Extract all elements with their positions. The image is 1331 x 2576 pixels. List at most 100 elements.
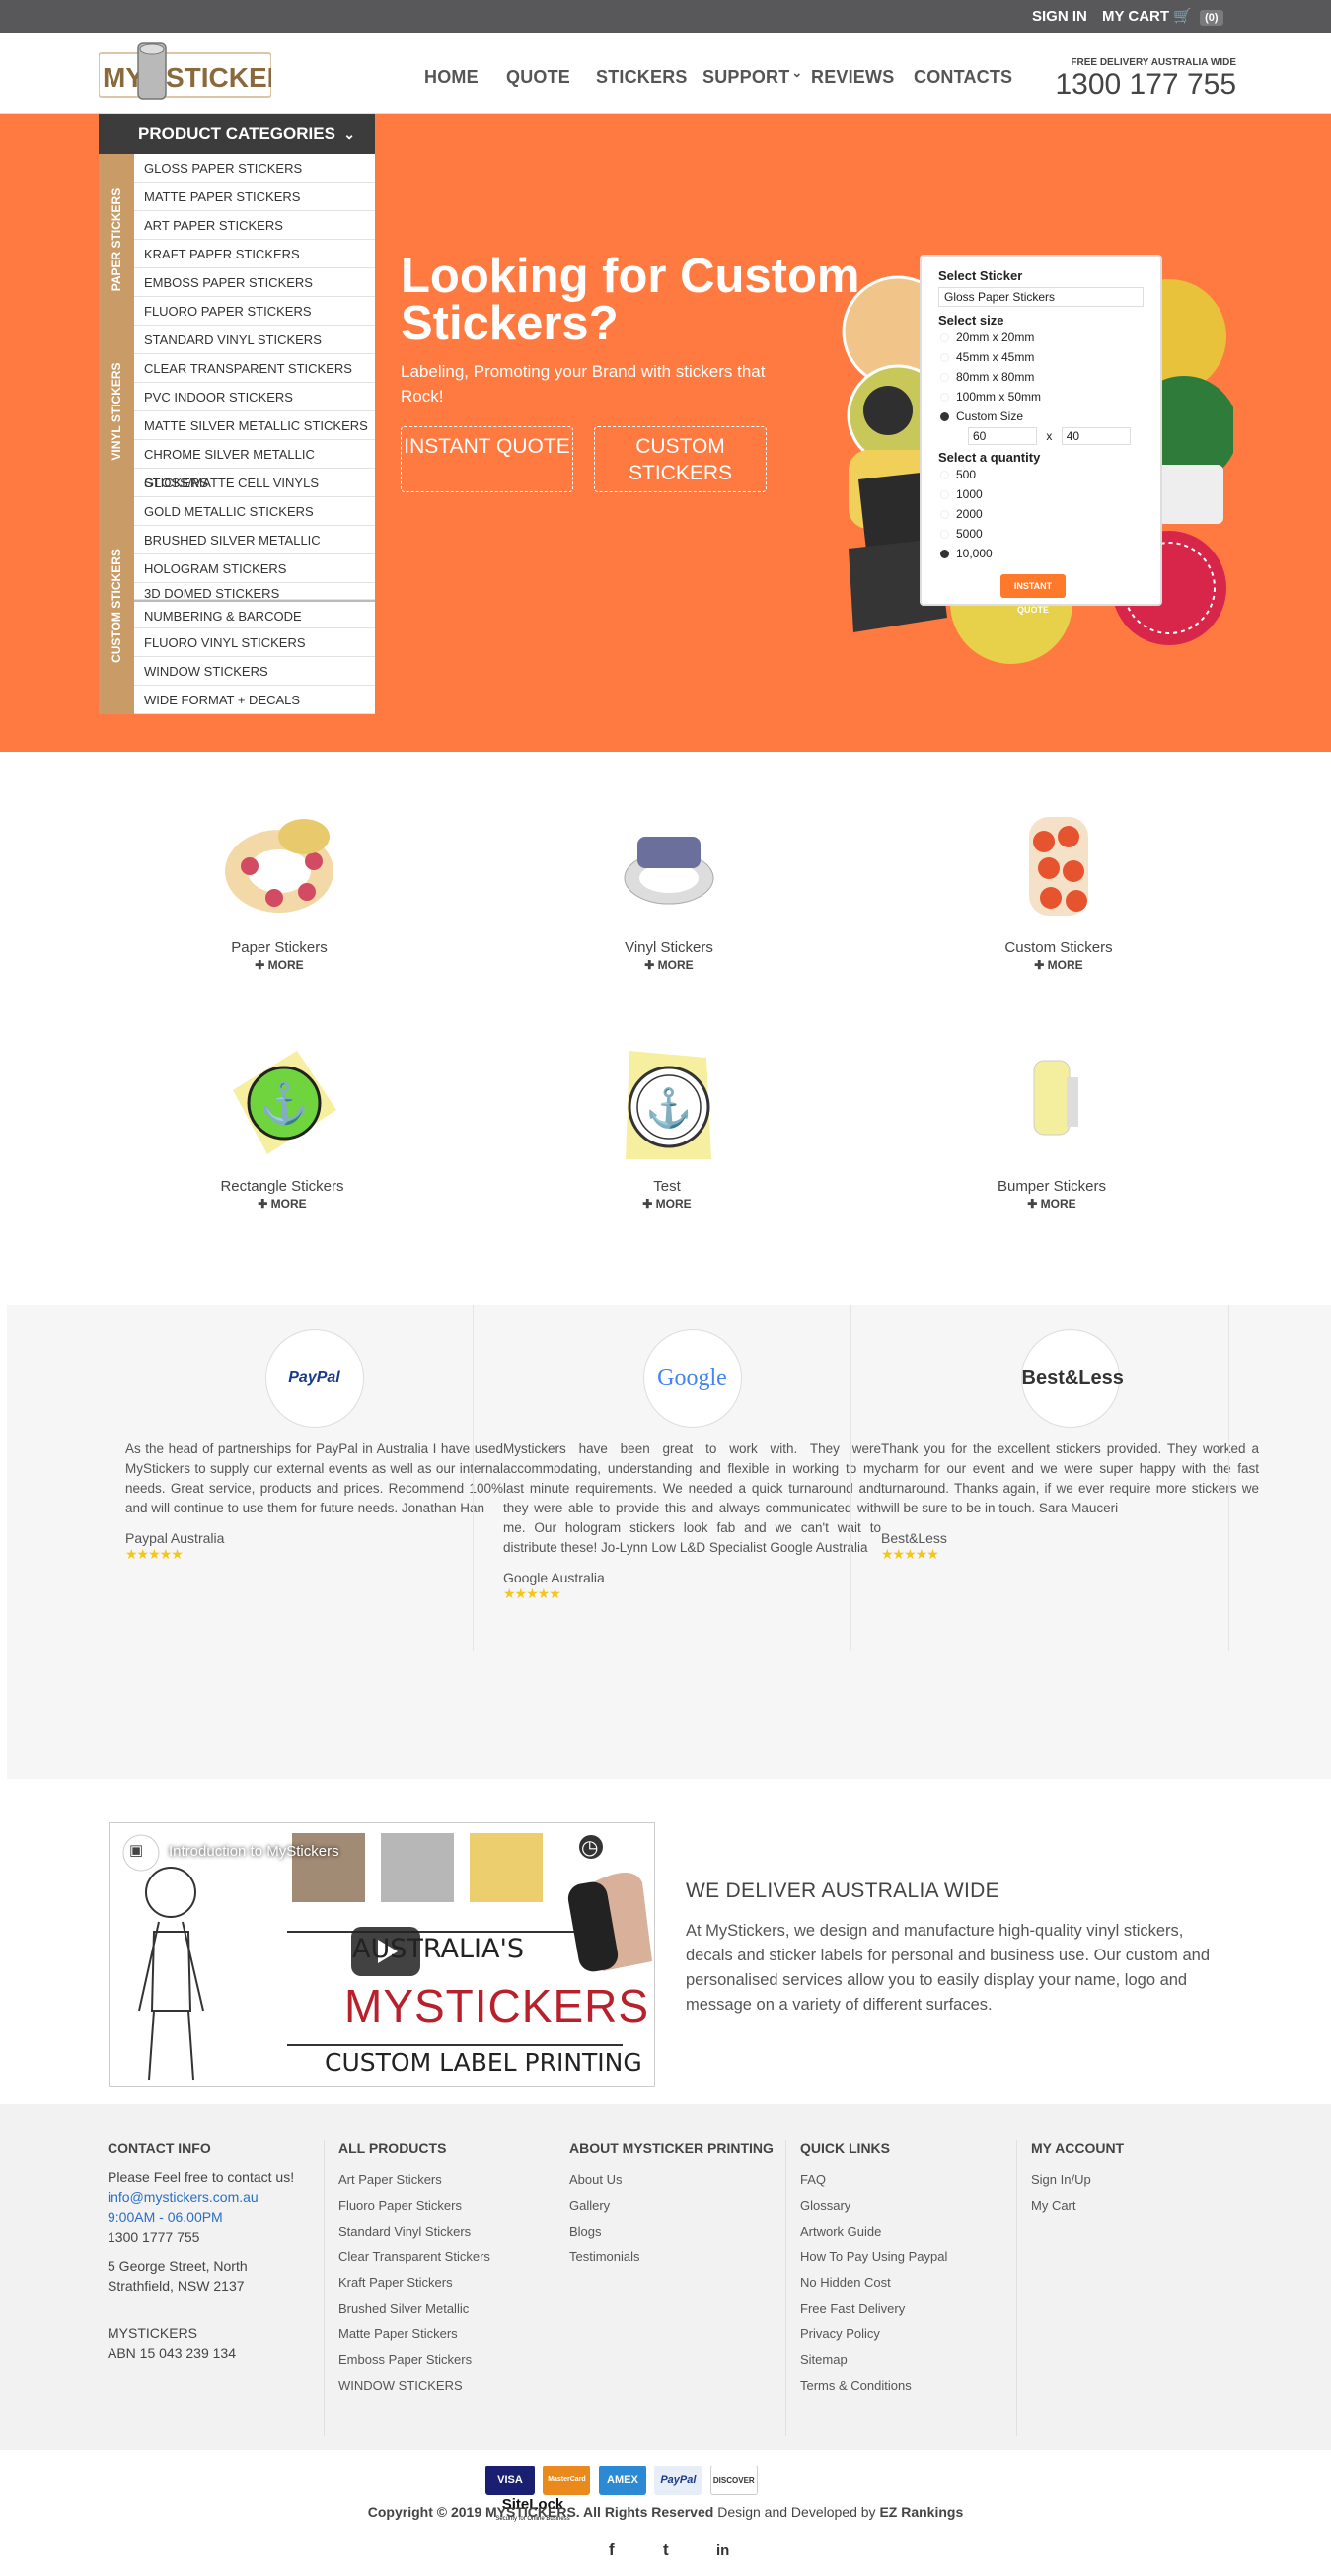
category-item[interactable]: GOLD METALLIC STICKERS: [134, 497, 375, 526]
product-categories-header[interactable]: PRODUCT CATEGORIES ⌄: [99, 114, 375, 154]
select-size-label: Select size: [938, 313, 1004, 328]
category-item[interactable]: GLOSS/MATTE CELL VINYLS: [134, 469, 375, 497]
nav-reviews[interactable]: REVIEWS: [811, 67, 894, 88]
quantity-option[interactable]: 2000: [938, 504, 1144, 524]
twitter-icon[interactable]: t: [663, 2540, 669, 2560]
product-card[interactable]: ⚓ Rectangle Stickers ✚ MORE: [154, 1046, 410, 1211]
footer-link[interactable]: Terms & Conditions: [800, 2373, 1007, 2398]
size-option[interactable]: 100mm x 50mm: [938, 387, 1144, 406]
quantity-option[interactable]: 5000: [938, 524, 1144, 544]
footer-link[interactable]: FAQ: [800, 2168, 1007, 2193]
developer-link[interactable]: EZ Rankings: [879, 2504, 963, 2520]
product-card[interactable]: Paper Stickers ✚ MORE: [151, 807, 407, 972]
quantity-option[interactable]: 1000: [938, 484, 1144, 504]
footer-link[interactable]: Fluoro Paper Stickers: [338, 2193, 546, 2219]
footer-link[interactable]: Testimonials: [569, 2245, 786, 2270]
footer-link[interactable]: Blogs: [569, 2219, 786, 2245]
size-option[interactable]: 45mm x 45mm: [938, 347, 1144, 367]
product-card[interactable]: Bumper Stickers ✚ MORE: [924, 1046, 1180, 1211]
product-more-link[interactable]: ✚ MORE: [924, 1197, 1180, 1211]
product-card[interactable]: Custom Stickers ✚ MORE: [930, 807, 1187, 972]
quantity-option[interactable]: 500: [938, 465, 1144, 484]
footer-link[interactable]: Kraft Paper Stickers: [338, 2270, 546, 2296]
facebook-icon[interactable]: f: [609, 2540, 615, 2560]
footer-link[interactable]: No Hidden Cost: [800, 2270, 1007, 2296]
nav-stickers[interactable]: STICKERS: [596, 67, 688, 88]
footer-link[interactable]: Sign In/Up: [1031, 2168, 1228, 2193]
instant-quote-button[interactable]: INSTANT QUOTE: [401, 426, 573, 492]
footer-link[interactable]: About Us: [569, 2168, 786, 2193]
footer-link[interactable]: Standard Vinyl Stickers: [338, 2219, 546, 2245]
footer-quicklinks-column: QUICK LINKS FAQ Glossary Artwork Guide H…: [800, 2140, 1007, 2398]
product-more-link[interactable]: ✚ MORE: [154, 1197, 410, 1211]
quantity-option-selected[interactable]: 10,000: [938, 544, 1144, 563]
category-item[interactable]: HOLOGRAM STICKERS: [134, 554, 375, 583]
footer-link[interactable]: Brushed Silver Metallic: [338, 2296, 546, 2321]
footer-link[interactable]: Sitemap: [800, 2347, 1007, 2373]
custom-stickers-image: [999, 807, 1118, 925]
category-item[interactable]: WIDE FORMAT + DECALS: [134, 686, 375, 714]
product-card[interactable]: Vinyl Stickers ✚ MORE: [541, 807, 797, 972]
nav-contacts[interactable]: CONTACTS: [914, 67, 1012, 88]
size-option[interactable]: 20mm x 20mm: [938, 328, 1144, 347]
category-item[interactable]: MATTE PAPER STICKERS: [134, 183, 375, 211]
category-item[interactable]: GLOSS PAPER STICKERS: [134, 154, 375, 183]
footer-link[interactable]: Clear Transparent Stickers: [338, 2245, 546, 2270]
testimonial-text: Thank you for the excellent stickers pro…: [881, 1441, 1259, 1515]
product-more-link[interactable]: ✚ MORE: [930, 958, 1187, 972]
category-item[interactable]: PVC INDOOR STICKERS: [134, 383, 375, 411]
intro-video-player[interactable]: ➦ Introduction to MyStickers AUSTRALIA'S…: [109, 1822, 655, 2087]
category-item[interactable]: STANDARD VINYL STICKERS: [134, 326, 375, 354]
my-cart-link[interactable]: MY CART 🛒 (0): [1102, 0, 1223, 33]
category-item[interactable]: KRAFT PAPER STICKERS: [134, 240, 375, 268]
footer-link[interactable]: WINDOW STICKERS: [338, 2373, 546, 2398]
divider: [1016, 2140, 1017, 2436]
footer-link[interactable]: Free Fast Delivery: [800, 2296, 1007, 2321]
paypal-logo: PayPal: [264, 1329, 364, 1428]
product-more-link[interactable]: ✚ MORE: [539, 1197, 795, 1211]
footer-link[interactable]: Matte Paper Stickers: [338, 2321, 546, 2347]
contact-email[interactable]: info@mystickers.com.au: [108, 2187, 315, 2207]
category-item[interactable]: BRUSHED SILVER METALLIC: [134, 526, 375, 554]
contact-phone[interactable]: 1300 1777 755: [108, 2227, 315, 2246]
footer-link[interactable]: Emboss Paper Stickers: [338, 2347, 546, 2373]
category-item[interactable]: FLUORO PAPER STICKERS: [134, 297, 375, 326]
widget-instant-quote-button[interactable]: INSTANT QUOTE: [1000, 574, 1066, 615]
category-item[interactable]: FLUORO VINYL STICKERS: [134, 628, 375, 657]
category-item[interactable]: 3D DOMED STICKERS: [134, 583, 375, 600]
category-item[interactable]: CHROME SILVER METALLIC STICKERS: [134, 440, 375, 490]
custom-stickers-button[interactable]: CUSTOM STICKERS: [594, 426, 767, 492]
footer-link[interactable]: Privacy Policy: [800, 2321, 1007, 2347]
category-item[interactable]: NUMBERING & BARCODE: [134, 600, 375, 628]
footer-heading: MY ACCOUNT: [1031, 2140, 1125, 2156]
product-more-link[interactable]: ✚ MORE: [151, 958, 407, 972]
size-option-selected[interactable]: Custom Size: [938, 406, 1144, 426]
category-item[interactable]: ART PAPER STICKERS: [134, 211, 375, 240]
site-logo[interactable]: MY STICKERS: [98, 39, 306, 107]
product-more-link[interactable]: ✚ MORE: [541, 958, 797, 972]
nav-quote[interactable]: QUOTE: [506, 67, 570, 88]
product-card[interactable]: ⚓ Test ✚ MORE: [539, 1046, 795, 1211]
category-item[interactable]: CLEAR TRANSPARENT STICKERS: [134, 354, 375, 383]
watch-later-icon[interactable]: ◷: [581, 1835, 598, 1860]
footer-link[interactable]: How To Pay Using Paypal: [800, 2245, 1007, 2270]
linkedin-icon[interactable]: in: [716, 2542, 729, 2559]
custom-width-input[interactable]: 60: [968, 427, 1037, 445]
video-title[interactable]: Introduction to MyStickers: [169, 1843, 339, 1860]
footer-heading: QUICK LINKS: [800, 2140, 890, 2156]
footer-link[interactable]: Art Paper Stickers: [338, 2168, 546, 2193]
nav-support[interactable]: SUPPORT ⌄: [702, 65, 802, 88]
category-item[interactable]: EMBOSS PAPER STICKERS: [134, 268, 375, 297]
custom-height-input[interactable]: 40: [1061, 427, 1131, 445]
footer-link[interactable]: Glossary: [800, 2193, 1007, 2219]
footer-link[interactable]: My Cart: [1031, 2193, 1228, 2219]
nav-home[interactable]: HOME: [424, 67, 479, 88]
size-option[interactable]: 80mm x 80mm: [938, 367, 1144, 387]
sign-in-link[interactable]: SIGN IN: [1032, 0, 1087, 33]
footer-link[interactable]: Artwork Guide: [800, 2219, 1007, 2245]
footer-link[interactable]: Gallery: [569, 2193, 786, 2219]
category-item[interactable]: MATTE SILVER METALLIC STICKERS: [134, 411, 375, 440]
sticker-type-select[interactable]: Gloss Paper Stickers: [938, 287, 1144, 307]
header-phone[interactable]: 1300 177 755: [1026, 68, 1236, 102]
category-item[interactable]: WINDOW STICKERS: [134, 657, 375, 686]
